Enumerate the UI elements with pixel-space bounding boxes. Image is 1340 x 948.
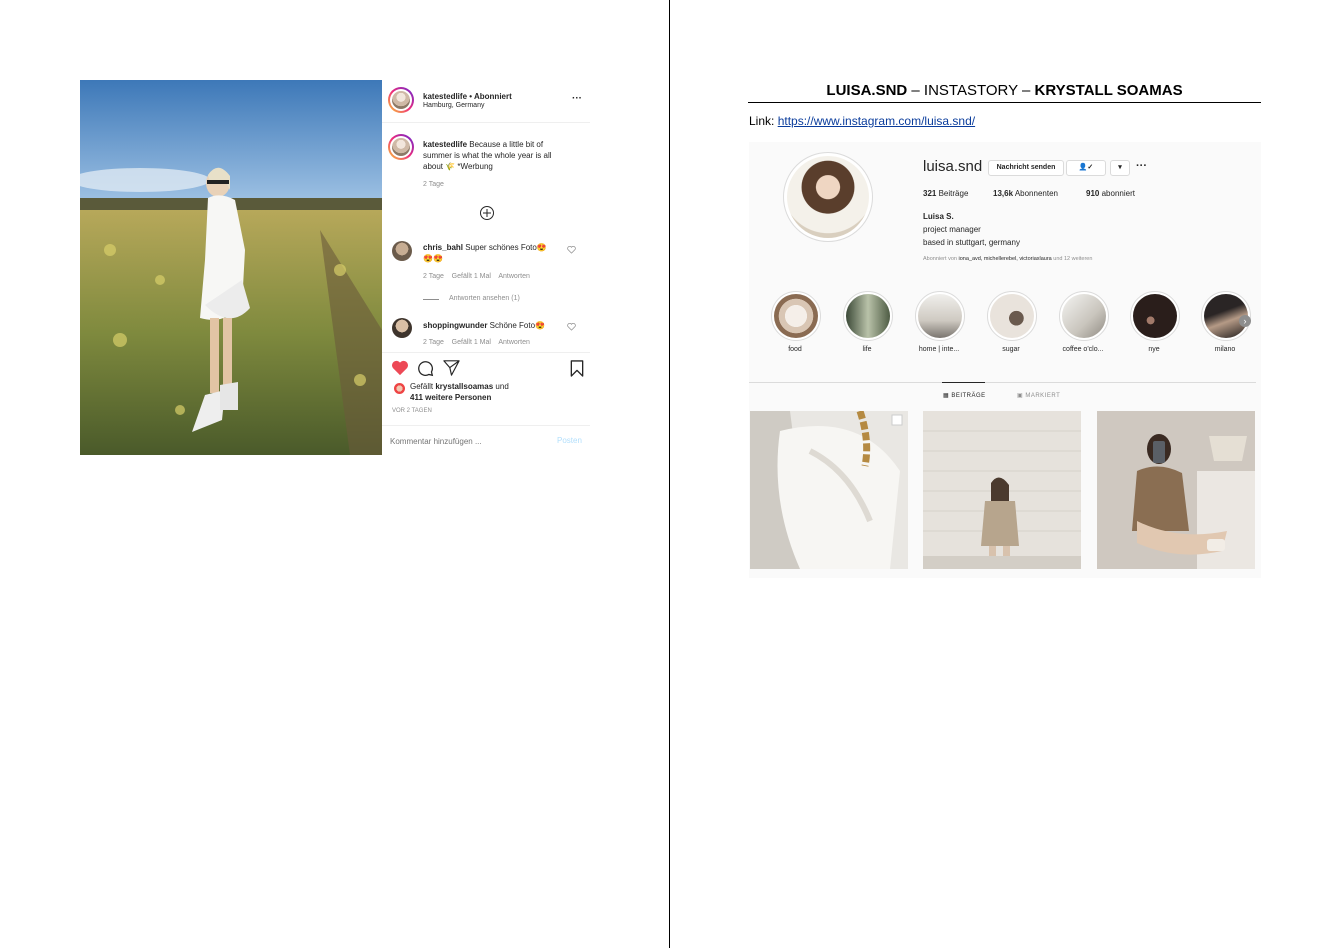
post-sidebar: katestedlife • Abonniert Hamburg, German…	[382, 80, 590, 455]
tab-tagged[interactable]: ▣ MARKIERT	[1017, 392, 1060, 399]
share-icon[interactable]	[443, 360, 460, 376]
bio-line: project manager	[923, 225, 981, 234]
bookmark-icon[interactable]	[570, 360, 584, 377]
comment-username[interactable]: shoppingwunder	[423, 321, 487, 330]
more-options-icon[interactable]: ···	[1136, 160, 1147, 172]
reply-button[interactable]: Antworten	[498, 339, 530, 346]
likes-summary: Gefällt krystallsoamas und 411 weitere P…	[410, 382, 509, 402]
story-highlight[interactable]: life	[843, 291, 893, 353]
author-avatar[interactable]	[388, 87, 414, 113]
story-highlight[interactable]: food	[771, 291, 821, 353]
liker-username[interactable]: krystallsoamas	[435, 382, 493, 391]
profile-link[interactable]: https://www.instagram.com/luisa.snd/	[778, 114, 975, 128]
chevron-right-icon[interactable]: ›	[1239, 315, 1251, 327]
story-highlight[interactable]: sugar	[987, 291, 1037, 353]
comment-likes[interactable]: Gefällt 1 Mal	[452, 273, 491, 280]
heart-icon[interactable]	[391, 360, 409, 376]
title-underline	[748, 102, 1261, 103]
story-highlight[interactable]: nye	[1130, 291, 1180, 353]
comment-time: 2 Tage	[423, 273, 444, 280]
liker-avatar[interactable]	[394, 383, 405, 394]
caption-avatar[interactable]	[388, 134, 414, 160]
commenter-avatar[interactable]	[392, 241, 412, 261]
grid-post[interactable]	[923, 411, 1081, 569]
comment: chris_bahl Super schönes Foto😍 😍😍	[423, 243, 547, 263]
document-title: LUISA.SND – INSTASTORY – KRYSTALL SOAMAS	[826, 82, 1183, 99]
story-highlight[interactable]: coffee o'clo...	[1059, 291, 1109, 353]
follow-status: • Abonniert	[469, 92, 512, 101]
grid-post[interactable]	[750, 411, 908, 569]
likes-others[interactable]: 411 weitere Personen	[410, 393, 491, 402]
comment-like-icon[interactable]	[567, 246, 576, 254]
comment-time: 2 Tage	[423, 339, 444, 346]
following-count[interactable]: 910 abonniert	[1086, 189, 1135, 198]
comment-username[interactable]: chris_bahl	[423, 243, 463, 252]
grid-post[interactable]	[1097, 411, 1255, 569]
commenter-avatar[interactable]	[392, 318, 412, 338]
profile-link-line: Link: https://www.instagram.com/luisa.sn…	[749, 114, 976, 128]
more-options-icon[interactable]: ···	[572, 93, 582, 104]
grid-icon: ▦	[943, 393, 950, 399]
comment-icon[interactable]	[417, 360, 434, 377]
post-comment-button[interactable]: Posten	[557, 436, 582, 445]
post-photo[interactable]	[80, 80, 382, 455]
chevron-down-icon[interactable]: ▾	[1110, 160, 1130, 176]
comment-input[interactable]	[390, 434, 540, 448]
posts-count: 321 Beiträge	[923, 189, 969, 198]
instagram-post: katestedlife • Abonniert Hamburg, German…	[80, 80, 590, 455]
story-highlight[interactable]: home | inte...	[915, 291, 965, 353]
author-username[interactable]: katestedlife	[423, 92, 467, 101]
instagram-profile: luisa.snd Nachricht senden 👤✓ ▾ ··· 321 …	[749, 142, 1261, 578]
post-location[interactable]: Hamburg, Germany	[423, 102, 484, 109]
comment-like-icon[interactable]	[567, 323, 576, 331]
message-button[interactable]: Nachricht senden	[988, 160, 1064, 176]
comment-likes[interactable]: Gefällt 1 Mal	[452, 339, 491, 346]
view-replies-button[interactable]: Antworten ansehen (1)	[449, 295, 520, 302]
caption: katestedlife Because a little bit of sum…	[423, 140, 552, 171]
load-more-comments-icon[interactable]	[479, 205, 495, 221]
profile-username: luisa.snd	[923, 158, 983, 175]
followed-by[interactable]: Abonniert von iona_avd, michellerebel, v…	[923, 256, 1092, 262]
caption-time: 2 Tage	[423, 181, 444, 188]
caption-username[interactable]: katestedlife	[423, 140, 467, 149]
reply-button[interactable]: Antworten	[498, 273, 530, 280]
page-divider	[669, 0, 670, 948]
profile-name: Luisa S.	[923, 212, 954, 221]
followers-count[interactable]: 13,6k Abonnenten	[993, 189, 1058, 198]
post-date: VOR 2 TAGEN	[392, 408, 432, 414]
following-user-icon[interactable]: 👤✓	[1066, 160, 1106, 176]
profile-avatar[interactable]	[783, 152, 873, 242]
tab-posts[interactable]: ▦ BEITRÄGE	[943, 392, 986, 399]
comment: shoppingwunder Schöne Foto😍	[423, 321, 545, 330]
bio-line: based in stuttgart, germany	[923, 238, 1020, 247]
tag-icon: ▣	[1017, 393, 1024, 399]
